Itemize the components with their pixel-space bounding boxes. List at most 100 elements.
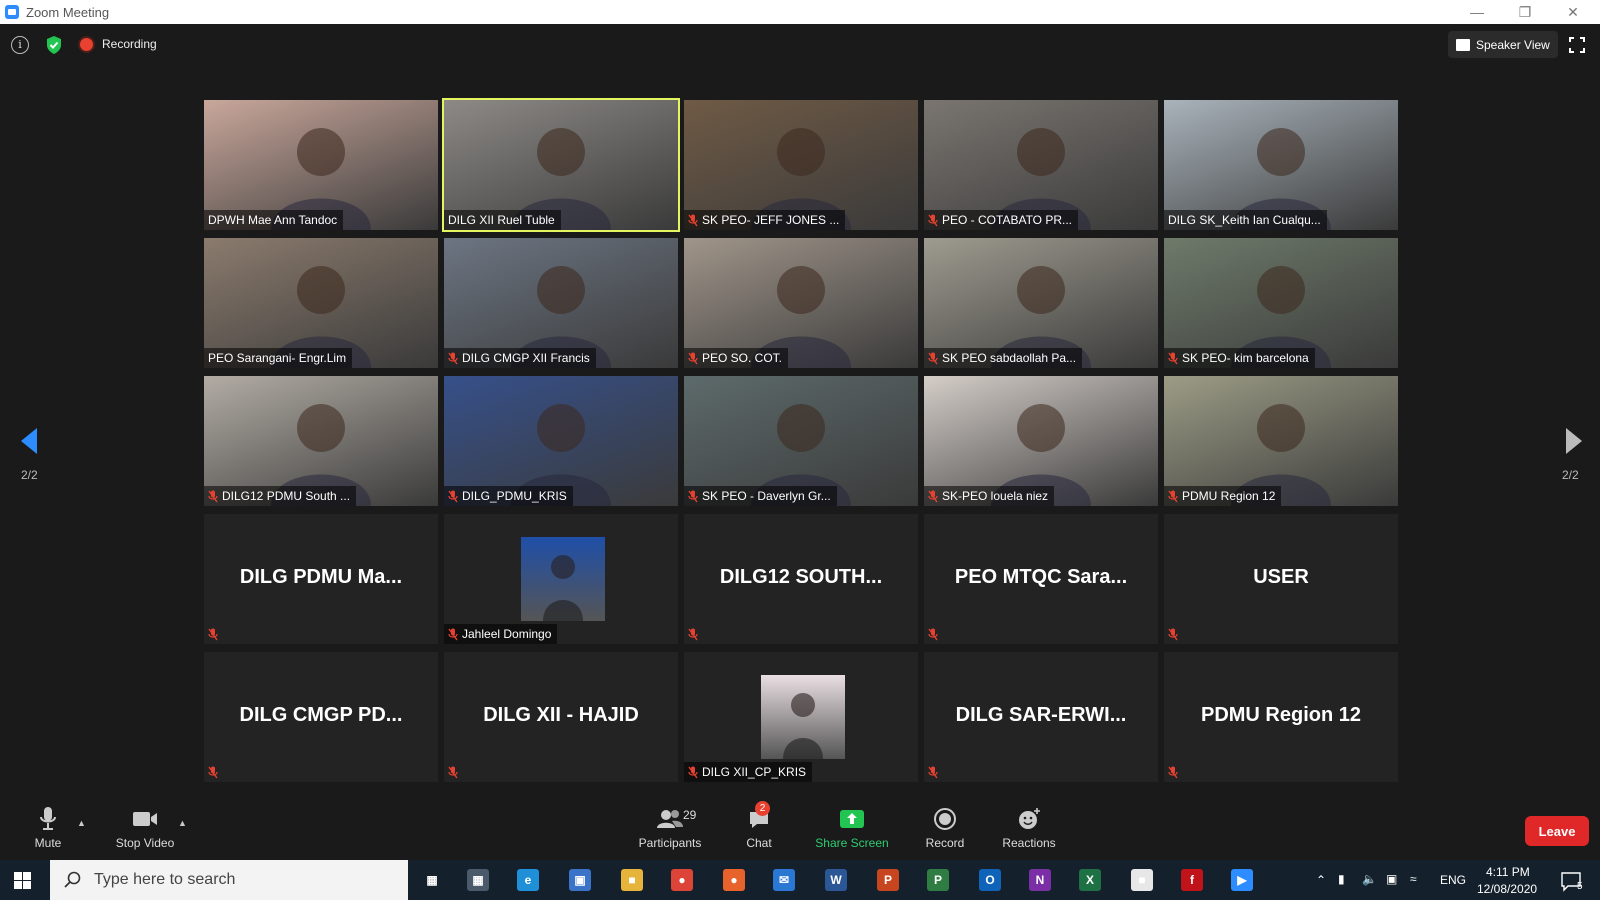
taskbar-word-button[interactable]: W [822,866,850,894]
restore-button[interactable]: ❐ [1502,0,1548,24]
taskbar-task-view-button[interactable]: ▦ [418,866,446,894]
taskbar-project-button[interactable]: P [924,866,952,894]
taskbar-edge-button[interactable]: e [514,866,542,894]
participant-tile[interactable]: SK PEO- JEFF JONES ... [684,100,918,230]
participant-tile[interactable]: PEO SO. COT. [684,238,918,368]
stop-video-button[interactable]: Stop Video [108,804,182,860]
participant-tile[interactable]: PDMU Region 12 [1164,376,1398,506]
window-title: Zoom Meeting [26,4,110,20]
participant-tile[interactable]: DILG XII - HAJID [444,652,678,782]
participant-name: PEO - COTABATO PR... [942,213,1073,227]
wifi-icon[interactable]: ≈ [1410,872,1417,886]
volume-icon[interactable]: 🔈 [1362,872,1377,886]
participant-nameplate: Jahleel Domingo [444,624,558,644]
participant-tile[interactable]: DILG PDMU Ma... [204,514,438,644]
participant-tile[interactable]: DILG SAR-ERWI... [924,652,1158,782]
participant-nameplate: SK PEO- kim barcelona [1164,348,1315,368]
leave-meeting-button[interactable]: Leave [1525,816,1589,846]
battery-icon[interactable]: ▮ [1338,872,1345,886]
mute-button[interactable]: Mute [24,804,72,860]
taskbar-outlook-button[interactable]: O [976,866,1004,894]
participant-tile[interactable]: DILG XII Ruel Tuble [442,98,680,232]
taskbar-file-explorer-button[interactable]: ■ [618,866,646,894]
participant-name: DILG CMGP XII Francis [462,351,590,365]
reactions-button[interactable]: Reactions [1000,804,1058,860]
participant-tile[interactable]: PEO Sarangani- Engr.Lim [204,238,438,368]
muted-microphone-icon [688,766,698,778]
taskbar-firefox-button[interactable]: ● [720,866,748,894]
taskbar-search-box[interactable]: Type here to search [50,860,408,900]
chat-label: Chat [746,836,772,850]
participant-tile[interactable]: DILG_PDMU_KRIS [444,376,678,506]
taskbar-flash-button[interactable]: f [1178,866,1206,894]
participant-nameplate: SK PEO- JEFF JONES ... [684,210,846,230]
taskbar-calculator-button[interactable]: ▦ [464,866,492,894]
minimize-button[interactable]: — [1454,0,1500,24]
participant-tile[interactable]: SK PEO- kim barcelona [1164,238,1398,368]
taskbar-store-button[interactable]: ▣ [566,866,594,894]
participant-tile[interactable]: DILG12 PDMU South ... [204,376,438,506]
firefox-icon: ● [723,869,745,891]
participant-tile[interactable]: PEO MTQC Sara... [924,514,1158,644]
taskbar-zoom-button[interactable]: ▶ [1228,866,1256,894]
flash-icon: f [1181,869,1203,891]
participant-tile[interactable]: DPWH Mae Ann Tandoc [204,100,438,230]
muted-microphone-icon [1168,352,1178,364]
participant-nameplate: DPWH Mae Ann Tandoc [204,210,344,230]
participants-label: Participants [638,836,702,850]
share-screen-button[interactable]: Share Screen [812,804,892,860]
participant-nameplate: DILG12 PDMU South ... [204,486,357,506]
taskbar-paint-button[interactable]: ■ [1128,866,1156,894]
participant-name: SK PEO- JEFF JONES ... [702,213,840,227]
participant-name-display: DILG CMGP PD... [239,703,403,726]
reactions-label: Reactions [1002,836,1056,850]
powerpoint-icon: P [877,869,899,891]
display-icon[interactable]: ▣ [1386,872,1397,886]
video-options-caret-icon[interactable]: ▲ [178,818,187,828]
profile-picture [521,537,605,621]
taskbar-powerpoint-button[interactable]: P [874,866,902,894]
participant-tile[interactable]: SK PEO sabdaollah Pa... [924,238,1158,368]
participant-tile[interactable]: DILG CMGP XII Francis [444,238,678,368]
previous-page-arrow-icon[interactable] [19,426,41,456]
participant-tile[interactable]: Jahleel Domingo [444,514,678,644]
taskbar-chrome-button[interactable]: ● [668,866,696,894]
participant-tile[interactable]: DILG12 SOUTH... [684,514,918,644]
speaker-view-button[interactable]: Speaker View [1448,31,1558,58]
onenote-icon: N [1029,869,1051,891]
participant-tile[interactable]: SK-PEO louela niez [924,376,1158,506]
participant-tile[interactable]: DILG SK_Keith Ian Cualqu... [1164,100,1398,230]
shield-icon[interactable] [45,35,63,55]
audio-options-caret-icon[interactable]: ▲ [77,818,86,828]
participant-tile[interactable]: PDMU Region 12 [1164,652,1398,782]
word-icon: W [825,869,847,891]
participant-tile[interactable]: DILG XII_CP_KRIS [684,652,918,782]
reactions-smiley-icon [1019,808,1040,829]
fullscreen-icon[interactable] [1569,37,1585,53]
taskbar-excel-button[interactable]: X [1076,866,1104,894]
participant-tile[interactable]: SK PEO - Daverlyn Gr... [684,376,918,506]
show-hidden-icons-chevron-icon[interactable]: ⌃ [1316,873,1326,887]
participants-icon [657,810,683,828]
participant-nameplate [1164,762,1184,782]
project-icon: P [927,869,949,891]
chat-button[interactable]: 2 Chat [738,801,780,860]
muted-microphone-icon [688,214,698,226]
participant-name-display: DILG XII - HAJID [483,703,639,726]
taskbar-onenote-button[interactable]: N [1026,866,1054,894]
participants-button[interactable]: 29 Participants [633,804,707,860]
record-button[interactable]: Record [920,804,970,860]
language-indicator[interactable]: ENG [1440,873,1466,887]
windows-start-icon[interactable] [14,872,31,889]
next-page-arrow-icon[interactable] [1562,426,1584,456]
recording-label: Recording [102,37,157,51]
close-button[interactable]: ✕ [1550,0,1596,24]
taskbar-mail-button[interactable]: ✉ [770,866,798,894]
clock-time[interactable]: 4:11 PM [1486,865,1530,879]
info-icon[interactable]: i [11,36,29,54]
clock-date[interactable]: 12/08/2020 [1477,882,1537,896]
participant-tile[interactable]: DILG CMGP PD... [204,652,438,782]
record-icon [934,808,956,830]
participant-tile[interactable]: USER [1164,514,1398,644]
participant-tile[interactable]: PEO - COTABATO PR... [924,100,1158,230]
